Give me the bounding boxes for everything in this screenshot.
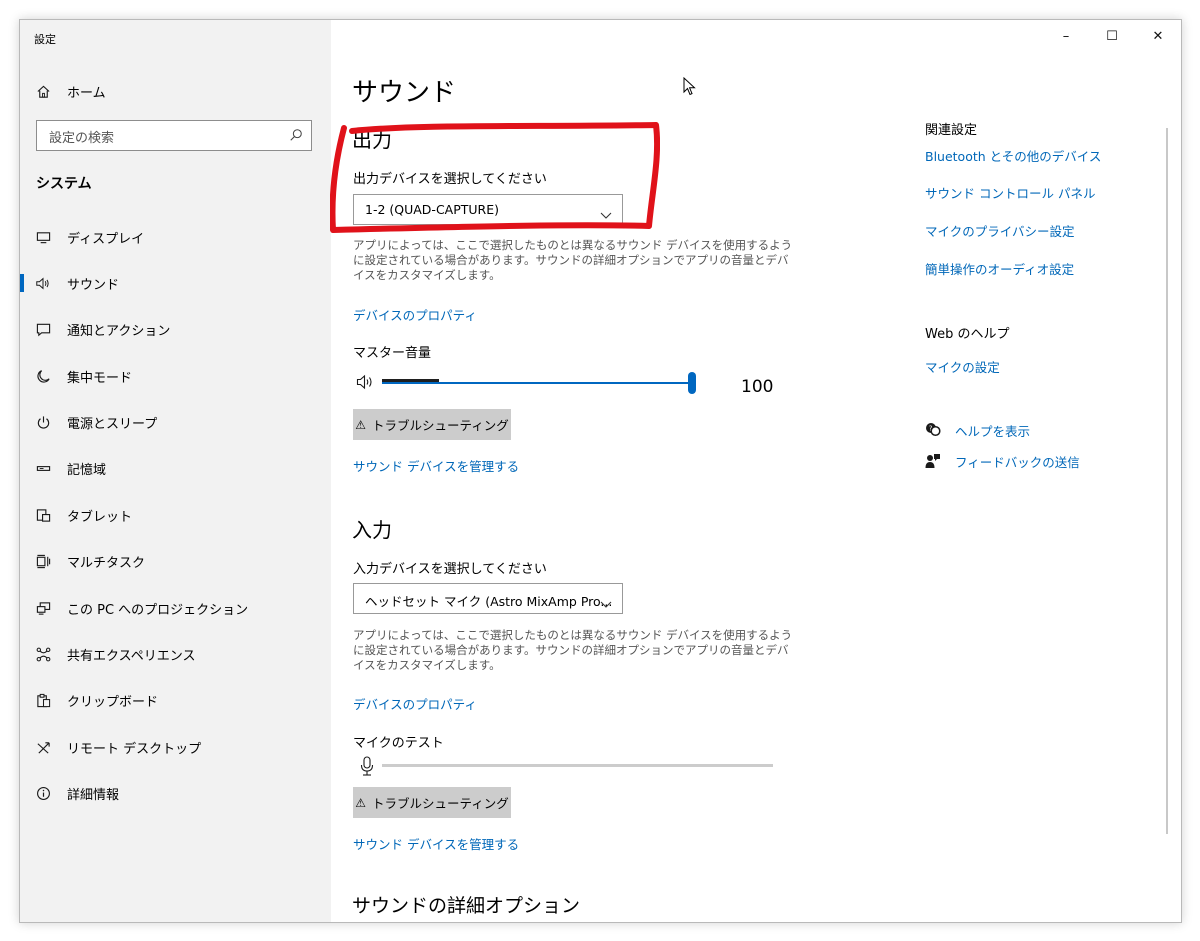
output-description: アプリによっては、ここで選択したものとは異なるサウンド デバイスを使用するように… [353,238,793,282]
input-heading: 入力 [352,518,392,542]
nav-home[interactable]: ホーム [20,74,331,108]
home-icon [34,82,52,100]
search-placeholder: 設定の検索 [49,131,115,146]
remote-desktop-icon [34,738,52,756]
microphone-icon [360,756,374,780]
storage-icon [34,459,52,477]
advanced-options-heading: サウンドの詳細オプション [352,895,581,917]
sidebar-item-label: リモート デスクトップ [67,741,202,757]
sidebar-item-projection[interactable]: この PC へのプロジェクション [20,591,331,625]
display-icon [34,228,52,246]
moon-icon [34,367,52,385]
section-heading: システム [36,176,92,192]
feedback-label: フィードバックの送信 [955,455,1080,470]
input-description: アプリによっては、ここで選択したものとは異なるサウンド デバイスを使用するように… [353,628,793,672]
sidebar-item-remote-desktop[interactable]: リモート デスクトップ [20,730,331,764]
sidebar-item-label: 電源とスリープ [67,416,158,432]
help-chat-icon: ? [925,422,941,441]
sidebar-item-label: 集中モード [67,370,133,386]
sidebar-item-multitasking[interactable]: マルチタスク [20,544,331,578]
sidebar-item-label: 記憶域 [67,462,107,478]
mouse-cursor-icon [683,77,696,96]
related-link-mic-privacy[interactable]: マイクのプライバシー設定 [925,221,1075,240]
input-device-value: ヘッドセット マイク (Astro MixAmp Pro... [365,594,613,609]
get-help-label: ヘルプを表示 [955,424,1031,439]
projection-icon [34,599,52,617]
speaker-icon [34,274,52,292]
web-help-link-mic-settings[interactable]: マイクの設定 [925,357,1000,376]
sidebar-item-display[interactable]: ディスプレイ [20,220,331,254]
sidebar-item-focus[interactable]: 集中モード [20,359,331,393]
output-troubleshoot-button[interactable]: ⚠ トラブルシューティング [353,409,511,440]
multitask-icon [34,552,52,570]
input-device-properties-link[interactable]: デバイスのプロパティ [353,694,477,713]
master-volume-label: マスター音量 [353,346,432,361]
sidebar-item-storage[interactable]: 記憶域 [20,451,331,485]
feedback-icon [925,453,941,473]
nav-home-label: ホーム [67,85,106,101]
sidebar-item-label: サウンド [67,277,120,293]
sidebar-item-about[interactable]: 詳細情報 [20,776,331,810]
volume-speaker-icon[interactable] [356,374,376,394]
related-link-ease-of-access-audio[interactable]: 簡単操作のオーディオ設定 [925,259,1074,278]
mic-test-label: マイクのテスト [353,736,444,751]
maximize-button[interactable]: ☐ [1089,20,1135,52]
output-troubleshoot-label: トラブルシューティング [372,418,509,433]
info-icon [34,784,52,802]
page-title: サウンド [352,78,457,108]
volume-track [382,382,690,384]
input-manage-devices-link[interactable]: サウンド デバイスを管理する [353,834,519,853]
warning-icon: ⚠ [355,417,366,432]
selected-indicator [20,274,24,292]
sidebar-item-label: 詳細情報 [67,787,120,803]
tablet-icon [34,506,52,524]
search-box[interactable]: 設定の検索 [36,120,312,151]
sidebar-item-label: 共有エクスペリエンス [67,648,196,664]
sidebar-item-label: タブレット [67,509,133,525]
sidebar-item-power[interactable]: 電源とスリープ [20,405,331,439]
sidebar-item-tablet[interactable]: タブレット [20,498,331,532]
volume-peak-meter [382,379,439,382]
sidebar-item-clipboard[interactable]: クリップボード [20,683,331,717]
sidebar-item-label: この PC へのプロジェクション [67,602,249,618]
chevron-down-icon [600,594,612,613]
output-manage-devices-link[interactable]: サウンド デバイスを管理する [353,456,519,475]
minimize-button[interactable]: – [1043,20,1089,52]
svg-text:?: ? [929,425,933,433]
related-link-sound-control-panel[interactable]: サウンド コントロール パネル [925,183,1095,202]
shared-experience-icon [34,645,52,663]
warning-icon: ⚠ [355,795,366,810]
sidebar-item-label: クリップボード [67,694,159,710]
search-icon [289,127,303,146]
notification-icon [34,320,52,338]
sidebar: 設定 ホーム 設定の検索 システム ディスプレイ サウンド 通知とアクション 集… [20,20,331,922]
related-settings-heading: 関連設定 [925,123,978,138]
red-annotation-box [330,122,660,233]
input-device-label: 入力デバイスを選択してください [353,562,547,577]
sidebar-item-shared-experiences[interactable]: 共有エクスペリエンス [20,637,331,671]
close-button[interactable]: ✕ [1135,20,1181,52]
sidebar-item-sound[interactable]: サウンド [20,266,331,300]
input-troubleshoot-label: トラブルシューティング [372,796,509,811]
output-device-properties-link[interactable]: デバイスのプロパティ [353,305,477,324]
sidebar-item-notifications[interactable]: 通知とアクション [20,312,331,346]
clipboard-icon [34,691,52,709]
scrollbar[interactable] [1166,128,1168,834]
power-icon [34,413,52,431]
sidebar-item-label: ディスプレイ [67,231,145,247]
input-device-dropdown[interactable]: ヘッドセット マイク (Astro MixAmp Pro... [353,583,623,614]
input-troubleshoot-button[interactable]: ⚠ トラブルシューティング [353,787,511,818]
sidebar-item-label: 通知とアクション [67,323,171,339]
sidebar-item-label: マルチタスク [67,555,146,571]
web-help-heading: Web のヘルプ [925,327,1010,342]
window-title: 設定 [34,33,56,46]
mic-level-meter [382,764,773,767]
volume-thumb[interactable] [688,372,696,394]
master-volume-value: 100 [741,377,774,397]
related-link-bluetooth[interactable]: Bluetooth とその他のデバイス [925,146,1101,165]
master-volume-slider[interactable] [382,371,696,395]
